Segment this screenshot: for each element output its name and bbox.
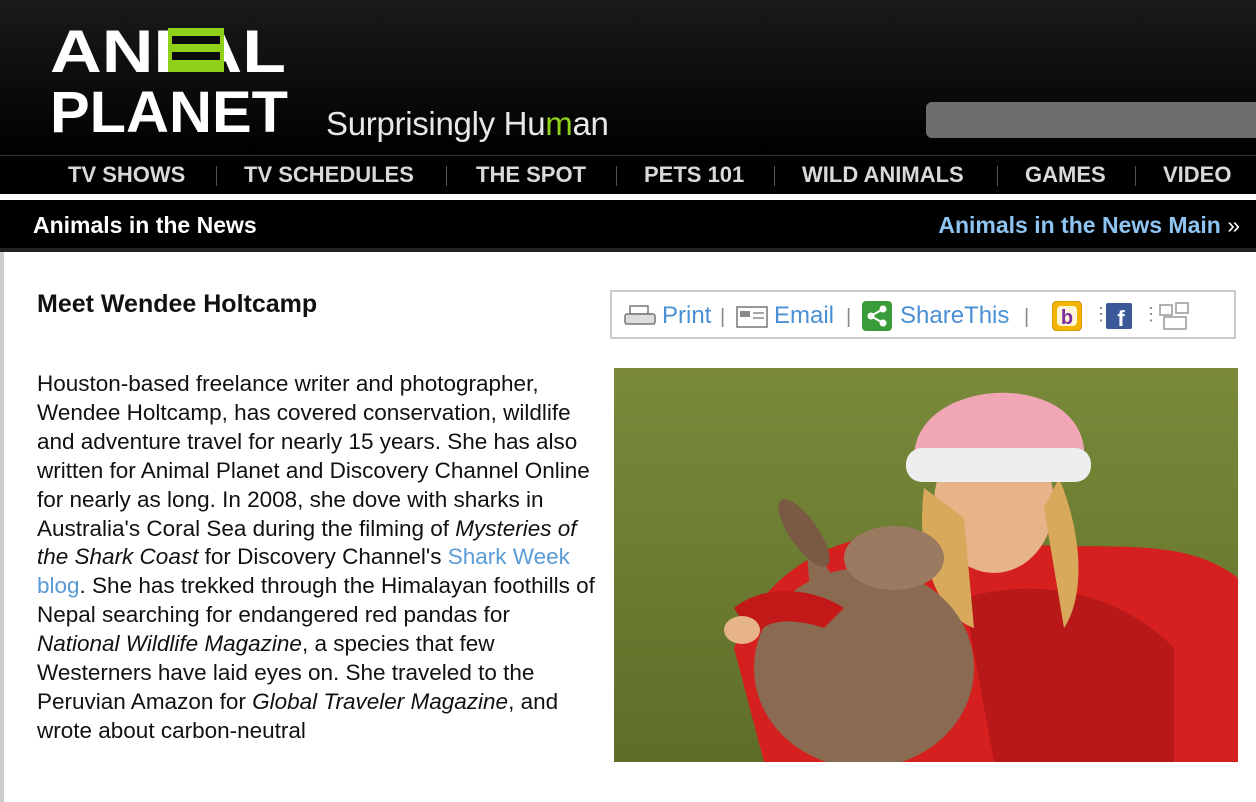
nav-divider [1135, 166, 1136, 186]
sharethis-link[interactable]: ShareThis [900, 302, 1009, 330]
nav-divider [616, 166, 617, 186]
animal-planet-logo[interactable]: ANI AL PLANET [48, 18, 290, 136]
email-link[interactable]: Email [774, 302, 834, 330]
share-toolbar: Print | Email | ShareThis | b ⋮ f ⋮ [610, 290, 1236, 339]
double-chevron-right-icon: » [1227, 212, 1240, 238]
share-divider: | [1024, 306, 1030, 328]
share-divider: | [720, 306, 726, 328]
more-share-icon[interactable] [1158, 301, 1192, 331]
nav-divider [446, 166, 447, 186]
site-header: ANI AL PLANET Surprisingly Human [0, 0, 1256, 155]
article-headline: Meet Wendee Holtcamp [37, 290, 318, 318]
main-nav: TV SHOWS TV SCHEDULES THE SPOT PETS 101 … [0, 155, 1256, 194]
sharethis-icon[interactable] [862, 301, 892, 331]
search-input[interactable] [926, 102, 1256, 138]
section-title: Animals in the News [33, 212, 257, 238]
svg-text:f: f [1117, 306, 1125, 329]
nav-divider [774, 166, 775, 186]
email-icon[interactable] [736, 306, 768, 328]
share-divider: | [846, 306, 852, 328]
nav-tv-shows[interactable]: TV SHOWS [68, 162, 185, 188]
article-body: Houston-based freelance writer and photo… [37, 371, 595, 743]
buzz-icon[interactable]: b [1052, 301, 1082, 331]
facebook-icon[interactable]: f [1106, 303, 1132, 329]
site-tagline: Surprisingly Human [326, 105, 609, 142]
svg-text:PLANET: PLANET [50, 80, 288, 136]
nav-the-spot[interactable]: THE SPOT [476, 162, 586, 188]
section-main-link[interactable]: Animals in the News Main » [938, 212, 1240, 239]
print-link[interactable]: Print [662, 302, 711, 330]
svg-text:b: b [1061, 307, 1073, 329]
nav-games[interactable]: GAMES [1025, 162, 1106, 188]
nav-tv-schedules[interactable]: TV SCHEDULES [244, 162, 414, 188]
section-bar: Animals in the News Animals in the News … [0, 200, 1256, 252]
nav-divider [216, 166, 217, 186]
printer-icon[interactable] [624, 304, 656, 328]
nav-divider [997, 166, 998, 186]
nav-video[interactable]: VIDEO [1163, 162, 1231, 188]
nav-pets-101[interactable]: PETS 101 [644, 162, 744, 188]
nav-wild-animals[interactable]: WILD ANIMALS [802, 162, 964, 188]
article-photo [614, 368, 1238, 762]
